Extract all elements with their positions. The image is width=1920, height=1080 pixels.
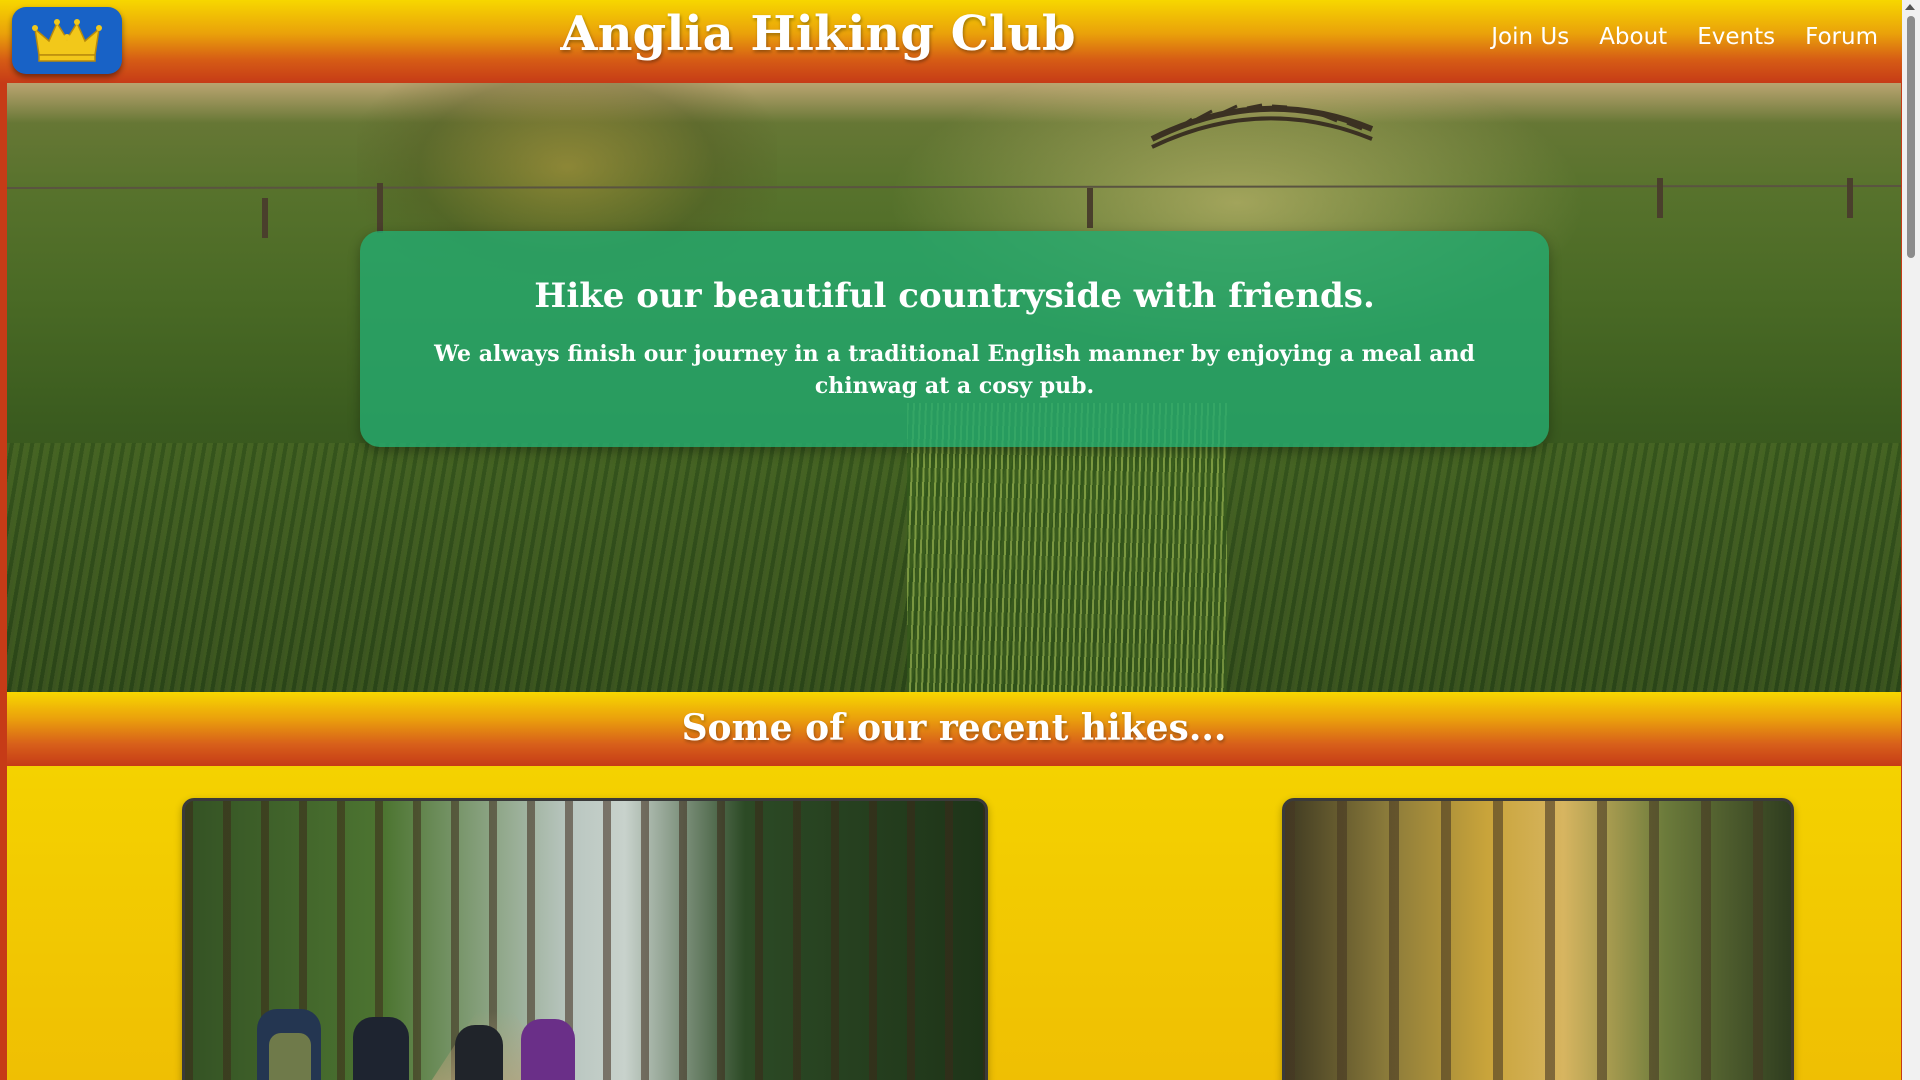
site-header: Anglia Hiking Club Join Us About Events … (0, 0, 1902, 83)
scrollbar-thumb[interactable] (1907, 16, 1915, 258)
nav-join-us[interactable]: Join Us (1491, 24, 1569, 50)
hiker (521, 1019, 575, 1080)
hike-photo-forest-path[interactable] (182, 798, 988, 1080)
nav-about[interactable]: About (1599, 24, 1667, 50)
nav-forum[interactable]: Forum (1805, 24, 1878, 50)
nav-events[interactable]: Events (1697, 24, 1775, 50)
hero-card: Hike our beautiful countryside with frie… (360, 231, 1549, 447)
hiker (353, 1017, 409, 1080)
hike-gallery (7, 766, 1901, 1080)
scroll-up-icon[interactable] (1905, 4, 1915, 10)
hero-bridge (1150, 103, 1374, 149)
hero-section: Hike our beautiful countryside with frie… (7, 83, 1901, 692)
hiker (455, 1025, 503, 1080)
recent-hikes-heading: Some of our recent hikes... (681, 707, 1227, 749)
photo-trees (1285, 801, 1791, 1080)
recent-hikes-band: Some of our recent hikes... (7, 692, 1901, 766)
hiker-backpack (269, 1033, 311, 1080)
site-title: Anglia Hiking Club (560, 6, 1076, 62)
hero-subtext: We always finish our journey in a tradit… (434, 341, 1475, 399)
main-nav: Join Us About Events Forum (1491, 24, 1878, 50)
hike-photo-autumn-woods[interactable] (1282, 798, 1794, 1080)
hero-headline: Hike our beautiful countryside with frie… (534, 276, 1375, 316)
page-scrollbar[interactable] (1902, 0, 1920, 1080)
